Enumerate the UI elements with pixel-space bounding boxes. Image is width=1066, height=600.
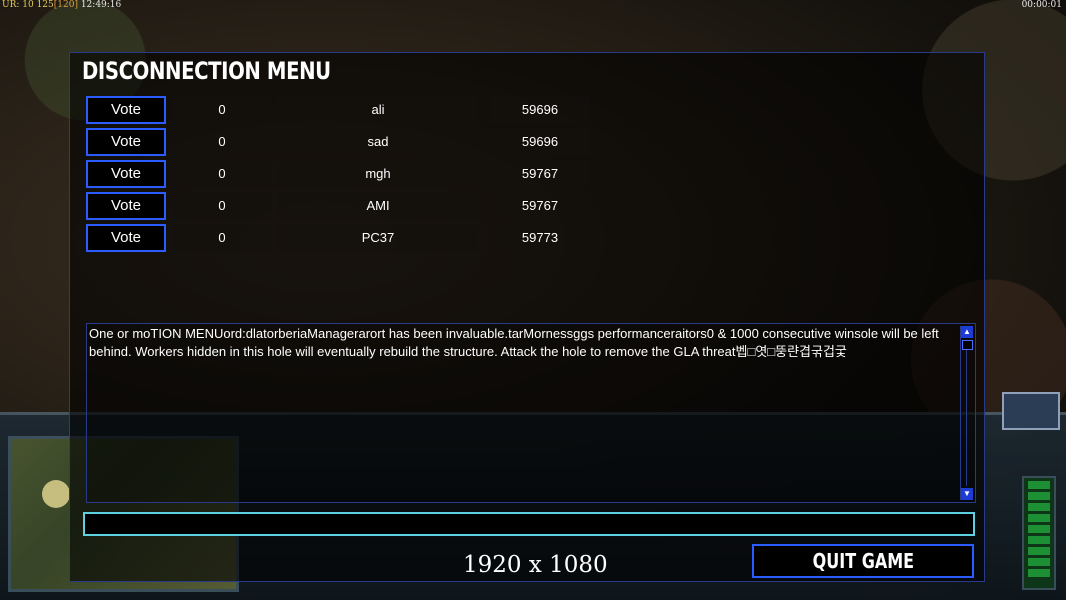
vote-button[interactable]: Vote — [86, 128, 166, 156]
fps-cap: [120] — [53, 0, 78, 10]
vote-button[interactable]: Vote — [86, 160, 166, 188]
quit-game-label: QUIT GAME — [812, 549, 914, 573]
player-name: ali — [278, 96, 478, 124]
vote-count: 0 — [172, 128, 272, 156]
dialog-title: DISCONNECTION MENU — [82, 57, 331, 85]
player-name: sad — [278, 128, 478, 156]
vote-count: 0 — [172, 192, 272, 220]
fps-readout: UR: 10 125[120] 12:49:16 — [2, 0, 121, 10]
player-ping: 59767 — [490, 192, 590, 220]
chat-scrollbar[interactable]: ▲ ▼ — [960, 326, 973, 500]
player-name: AMI — [278, 192, 478, 220]
clock-time: 12:49:16 — [77, 0, 122, 10]
vote-button[interactable]: Vote — [86, 96, 166, 124]
player-ping: 59767 — [490, 160, 590, 188]
chat-input[interactable] — [83, 512, 975, 536]
disconnection-dialog: DISCONNECTION MENU Vote 0 ali 59696 Vote… — [69, 52, 985, 582]
chat-message: One or moTION MENUord:dlatorberiaManager… — [89, 326, 939, 359]
satellite-icon — [1002, 392, 1060, 430]
player-name: PC37 — [278, 224, 478, 252]
vote-count: 0 — [172, 224, 272, 252]
scroll-down-icon[interactable]: ▼ — [961, 488, 973, 500]
vote-count: 0 — [172, 160, 272, 188]
power-bar — [1022, 476, 1056, 590]
scroll-thumb[interactable] — [962, 340, 973, 350]
player-ping: 59696 — [490, 128, 590, 156]
quit-game-button[interactable]: QUIT GAME — [752, 544, 974, 578]
vote-count: 0 — [172, 96, 272, 124]
player-ping: 59696 — [490, 96, 590, 124]
fps-prefix: UR: 10 — [2, 0, 37, 10]
fps-value: 125 — [36, 0, 54, 10]
minimap-marker — [42, 480, 70, 508]
player-ping: 59773 — [490, 224, 590, 252]
resolution-label: 1920 x 1080 — [463, 552, 608, 578]
player-name: mgh — [278, 160, 478, 188]
vote-button[interactable]: Vote — [86, 224, 166, 252]
scroll-track — [966, 350, 967, 486]
vote-button[interactable]: Vote — [86, 192, 166, 220]
scroll-up-icon[interactable]: ▲ — [961, 326, 973, 338]
chat-log: One or moTION MENUord:dlatorberiaManager… — [86, 323, 976, 503]
game-timer: 00:00:01 — [1021, 0, 1062, 10]
